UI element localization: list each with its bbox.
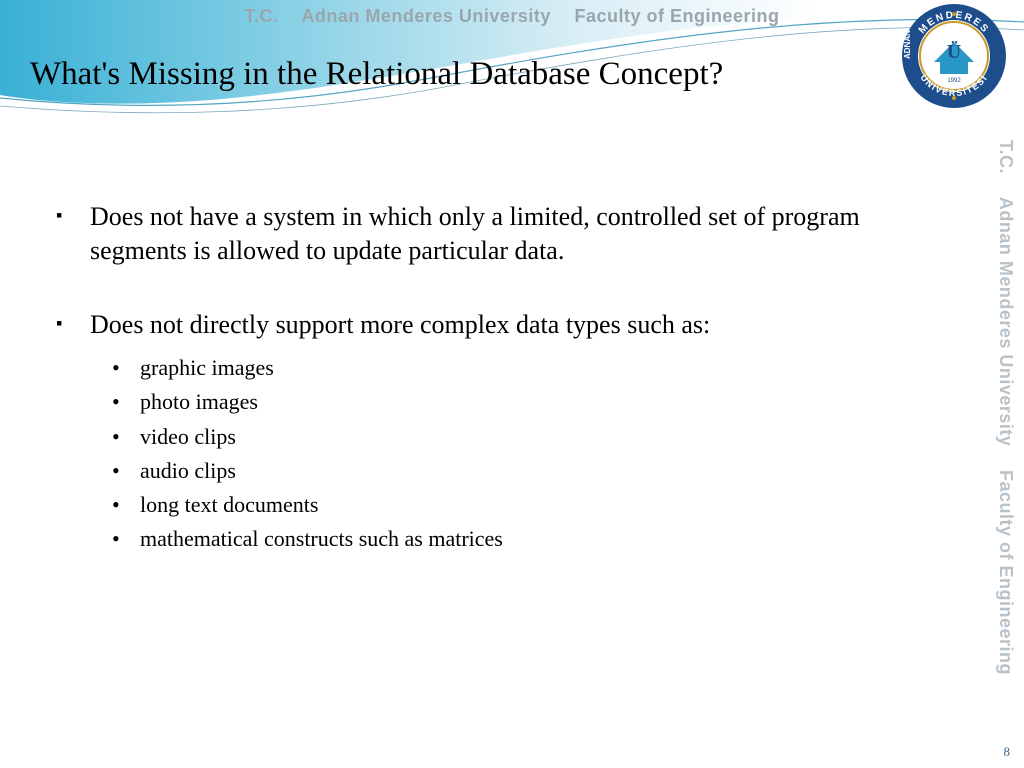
slide-content: Does not have a system in which only a l… — [80, 200, 950, 596]
bullet-text: Does not have a system in which only a l… — [90, 202, 860, 265]
logo-letter: Ü — [947, 40, 961, 63]
sub-bullet-item: photo images — [130, 385, 950, 419]
header-tc: T.C. — [245, 6, 279, 26]
header-banner: T.C. Adnan Menderes University Faculty o… — [0, 6, 1024, 27]
sub-bullet-item: mathematical constructs such as matrices — [130, 522, 950, 556]
side-banner: T.C. Adnan Menderes University Faculty o… — [992, 140, 1016, 700]
sub-bullet-item: graphic images — [130, 351, 950, 385]
svg-text:ADNAN: ADNAN — [903, 30, 912, 59]
bullet-item: Does not have a system in which only a l… — [80, 200, 950, 268]
side-tc: T.C. — [996, 140, 1016, 174]
slide-title: What's Missing in the Relational Databas… — [30, 56, 930, 93]
bullet-item: Does not directly support more complex d… — [80, 308, 950, 556]
side-faculty: Faculty of Engineering — [996, 470, 1016, 675]
sub-bullet-item: long text documents — [130, 488, 950, 522]
page-number: 8 — [1004, 744, 1011, 760]
header-university: Adnan Menderes University — [301, 6, 551, 26]
sub-bullet-item: video clips — [130, 420, 950, 454]
bullet-text: Does not directly support more complex d… — [90, 310, 710, 339]
logo-year: 1992 — [947, 78, 961, 84]
sub-bullet-item: audio clips — [130, 454, 950, 488]
slide: T.C. Adnan Menderes University Faculty o… — [0, 0, 1024, 768]
side-university: Adnan Menderes University — [996, 197, 1016, 447]
header-faculty: Faculty of Engineering — [574, 6, 779, 26]
